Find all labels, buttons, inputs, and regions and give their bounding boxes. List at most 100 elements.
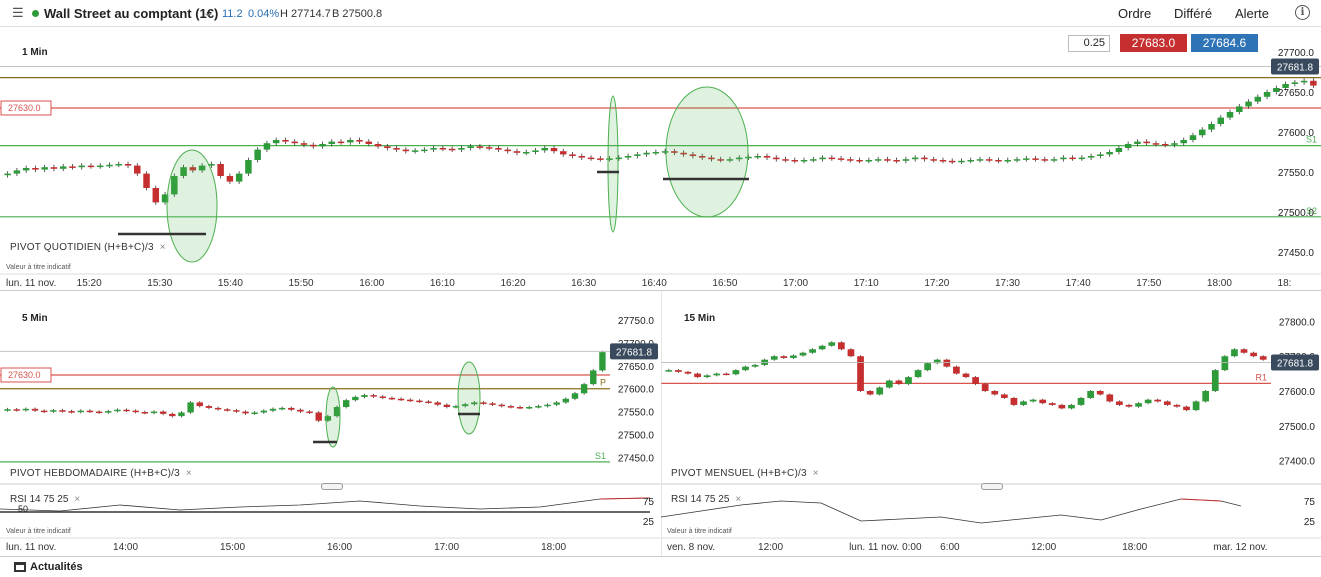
candle-body (1189, 135, 1197, 140)
candle-body (1211, 370, 1219, 391)
panel-separator[interactable] (0, 290, 1321, 291)
time-axis-tick: 15:30 (147, 278, 172, 289)
candle-body (260, 410, 268, 413)
candle-body (114, 409, 121, 412)
candle-body (893, 160, 900, 162)
time-axis-tick: 17:00 (783, 278, 808, 289)
candle-body (1087, 156, 1095, 158)
candle-body (50, 410, 57, 412)
candle-body (134, 165, 141, 174)
time-axis-tick: 16:00 (327, 542, 352, 553)
candle-body (856, 160, 863, 162)
candle-body (306, 411, 313, 414)
last-price-label: 27681.8 (1277, 63, 1314, 74)
candle-body (751, 364, 759, 367)
close-icon[interactable]: × (186, 468, 192, 479)
close-icon[interactable]: × (735, 494, 741, 505)
chevron-down-icon[interactable]: ⌄ (203, 6, 212, 19)
time-axis-tick: 16:30 (571, 278, 596, 289)
candle-body (866, 391, 874, 395)
candle-body (791, 160, 799, 162)
candle-body (799, 352, 807, 356)
candle-body (388, 397, 396, 400)
candle-body (224, 409, 231, 411)
resize-handle[interactable] (321, 483, 343, 490)
alert-level-label: 27630.0 (8, 103, 41, 113)
candle-body (1180, 140, 1187, 144)
candle-body (1097, 154, 1104, 156)
candle-body (87, 165, 95, 168)
candle-body (599, 352, 606, 371)
newspaper-icon (14, 562, 26, 572)
news-bar[interactable]: Actualités (0, 556, 1321, 577)
chart-1min[interactable]: Piv27630.0S1S227700.027650.027600.027550… (0, 28, 1321, 290)
candle-body (411, 150, 419, 152)
candle-body (95, 411, 103, 414)
close-icon[interactable]: × (813, 468, 819, 479)
info-icon[interactable]: i (1295, 5, 1310, 20)
candle-body (1161, 144, 1169, 146)
news-label[interactable]: Actualités (30, 561, 83, 573)
price-axis-tick: 27500.0 (1278, 208, 1315, 219)
last-price-label: 27681.8 (1277, 359, 1314, 370)
candle-body (587, 157, 595, 160)
price-axis-tick: 27650.0 (1278, 88, 1315, 99)
delayed-button[interactable]: Différé (1174, 6, 1212, 21)
order-button[interactable]: Ordre (1118, 6, 1151, 21)
time-axis-tick: 17:20 (924, 278, 949, 289)
rsi-line (661, 498, 1242, 524)
candle-body (115, 164, 122, 166)
close-icon[interactable]: × (160, 242, 166, 253)
candle-body (13, 170, 21, 174)
candle-body (1020, 401, 1027, 405)
alert-button[interactable]: Alerte (1235, 6, 1269, 21)
candle-body (374, 144, 382, 147)
candle-body (1171, 143, 1178, 145)
candle-body (1236, 106, 1243, 112)
price-axis-tick: 27550.0 (618, 408, 655, 419)
candle-body (1183, 406, 1190, 411)
hamburger-icon[interactable]: ☰ (12, 5, 24, 21)
candle-body (1144, 399, 1152, 404)
candle-body (986, 159, 993, 161)
candle-body (665, 370, 673, 372)
close-icon[interactable]: × (74, 494, 80, 505)
candle-body (480, 402, 487, 404)
candle-body (838, 342, 845, 350)
candle-body (59, 166, 67, 169)
candle-body (251, 412, 258, 414)
candle-body (943, 359, 951, 367)
candle-body (1004, 160, 1012, 162)
candle-body (522, 152, 530, 154)
candle-body (1163, 401, 1171, 405)
instrument-title[interactable]: Wall Street au comptant (1€) (44, 6, 218, 21)
candle-body (837, 158, 845, 160)
time-axis-tick: 18:00 (1122, 542, 1147, 553)
resize-handle[interactable] (981, 483, 1003, 490)
candle-body (214, 407, 222, 410)
candle-body (458, 148, 465, 150)
candle-body (995, 160, 1002, 162)
candle-body (967, 160, 974, 162)
candle-body (532, 150, 539, 152)
candle-body (40, 410, 48, 413)
candle-body (319, 144, 326, 147)
chart-5min[interactable]: 27630.0PS127750.027700.027650.027600.027… (0, 291, 660, 556)
change-points: 11.2 (222, 8, 243, 20)
candle-body (643, 152, 650, 155)
time-axis-tick: 17:50 (1136, 278, 1161, 289)
candle-body (254, 149, 261, 160)
candle-body (553, 402, 560, 405)
candle-body (948, 160, 956, 163)
candle-body (443, 404, 451, 407)
candle-body (590, 370, 597, 385)
chart-15min[interactable]: R127800.027700.027600.027500.027400.0276… (661, 291, 1321, 556)
candle-body (770, 356, 778, 360)
candle-body (895, 380, 903, 385)
candle-body (526, 407, 533, 409)
candle-body (448, 148, 456, 151)
candle-body (1310, 80, 1317, 86)
candle-body (187, 402, 194, 413)
candle-body (703, 375, 711, 378)
candle-body (397, 398, 405, 401)
